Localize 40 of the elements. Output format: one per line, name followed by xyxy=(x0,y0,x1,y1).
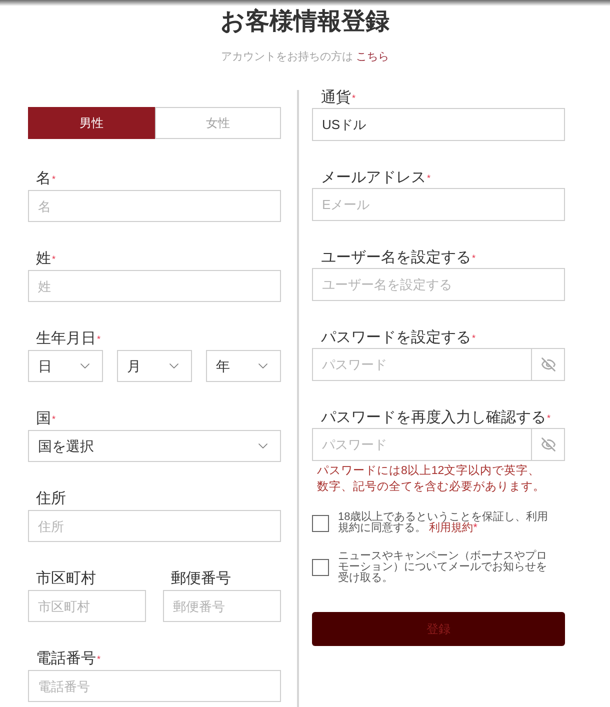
dropdown[interactable]: 国を選択 xyxy=(28,430,281,462)
field-label: 住所 xyxy=(35,488,66,509)
field-label: メールアドレス* xyxy=(320,168,431,188)
eye-slash-icon xyxy=(540,437,556,452)
page-title: お客様情報登録 xyxy=(220,8,390,36)
text-field[interactable]: 電話番号 xyxy=(28,670,281,702)
field-label: 通貨* xyxy=(320,88,356,108)
text-field[interactable]: USドル xyxy=(312,108,565,141)
password-field[interactable]: パスワード xyxy=(312,428,532,461)
field-label: 生年月日* xyxy=(35,328,101,349)
field-label: 市区町村 xyxy=(35,568,96,589)
checkbox[interactable] xyxy=(312,559,329,576)
text-field[interactable]: 住所 xyxy=(28,510,281,542)
text-field[interactable]: 姓 xyxy=(28,270,281,302)
text-field[interactable]: 名 xyxy=(28,190,281,222)
gender-toggle[interactable]: 男性 xyxy=(28,107,154,139)
password-hint: パスワードには8以上12文字以内で英字、数字、記号の全てを含む必要があります。 xyxy=(316,463,546,495)
dropdown[interactable]: 年 xyxy=(206,350,281,382)
terms-link[interactable]: 利用規約 xyxy=(429,522,474,534)
eye-slash-icon xyxy=(540,357,556,372)
text-field[interactable]: 郵便番号 xyxy=(163,590,281,622)
field-label: 名* xyxy=(35,168,56,189)
text-field[interactable]: ユーザー名を設定する xyxy=(312,268,565,301)
field-label: パスワードを再度入力し確認する* xyxy=(320,408,551,428)
field-label: 電話番号* xyxy=(35,648,101,669)
field-label: ユーザー名を設定する* xyxy=(320,248,476,268)
checkbox-label: 18歳以上であるということを保証し、利用規約に同意する。 利用規約* xyxy=(338,512,550,534)
field-label: 国* xyxy=(35,408,56,429)
login-prompt: アカウントをお持ちの方は こちら xyxy=(220,50,390,65)
login-link[interactable]: こちら xyxy=(356,51,390,63)
text-field[interactable]: 市区町村 xyxy=(28,590,146,622)
field-label: 郵便番号 xyxy=(170,568,231,589)
password-field[interactable]: パスワード xyxy=(312,348,532,381)
checkbox-label: ニュースやキャンペーン（ボーナスやプロモーション）についてメールでお知らせを受け取る。 xyxy=(338,551,548,584)
text-field[interactable]: Eメール xyxy=(312,188,565,221)
dropdown[interactable]: 月 xyxy=(117,350,192,382)
dropdown[interactable]: 日 xyxy=(28,350,103,382)
field-label: 姓* xyxy=(35,248,56,269)
field-label: パスワードを設定する* xyxy=(320,328,476,348)
checkbox[interactable] xyxy=(312,514,329,532)
